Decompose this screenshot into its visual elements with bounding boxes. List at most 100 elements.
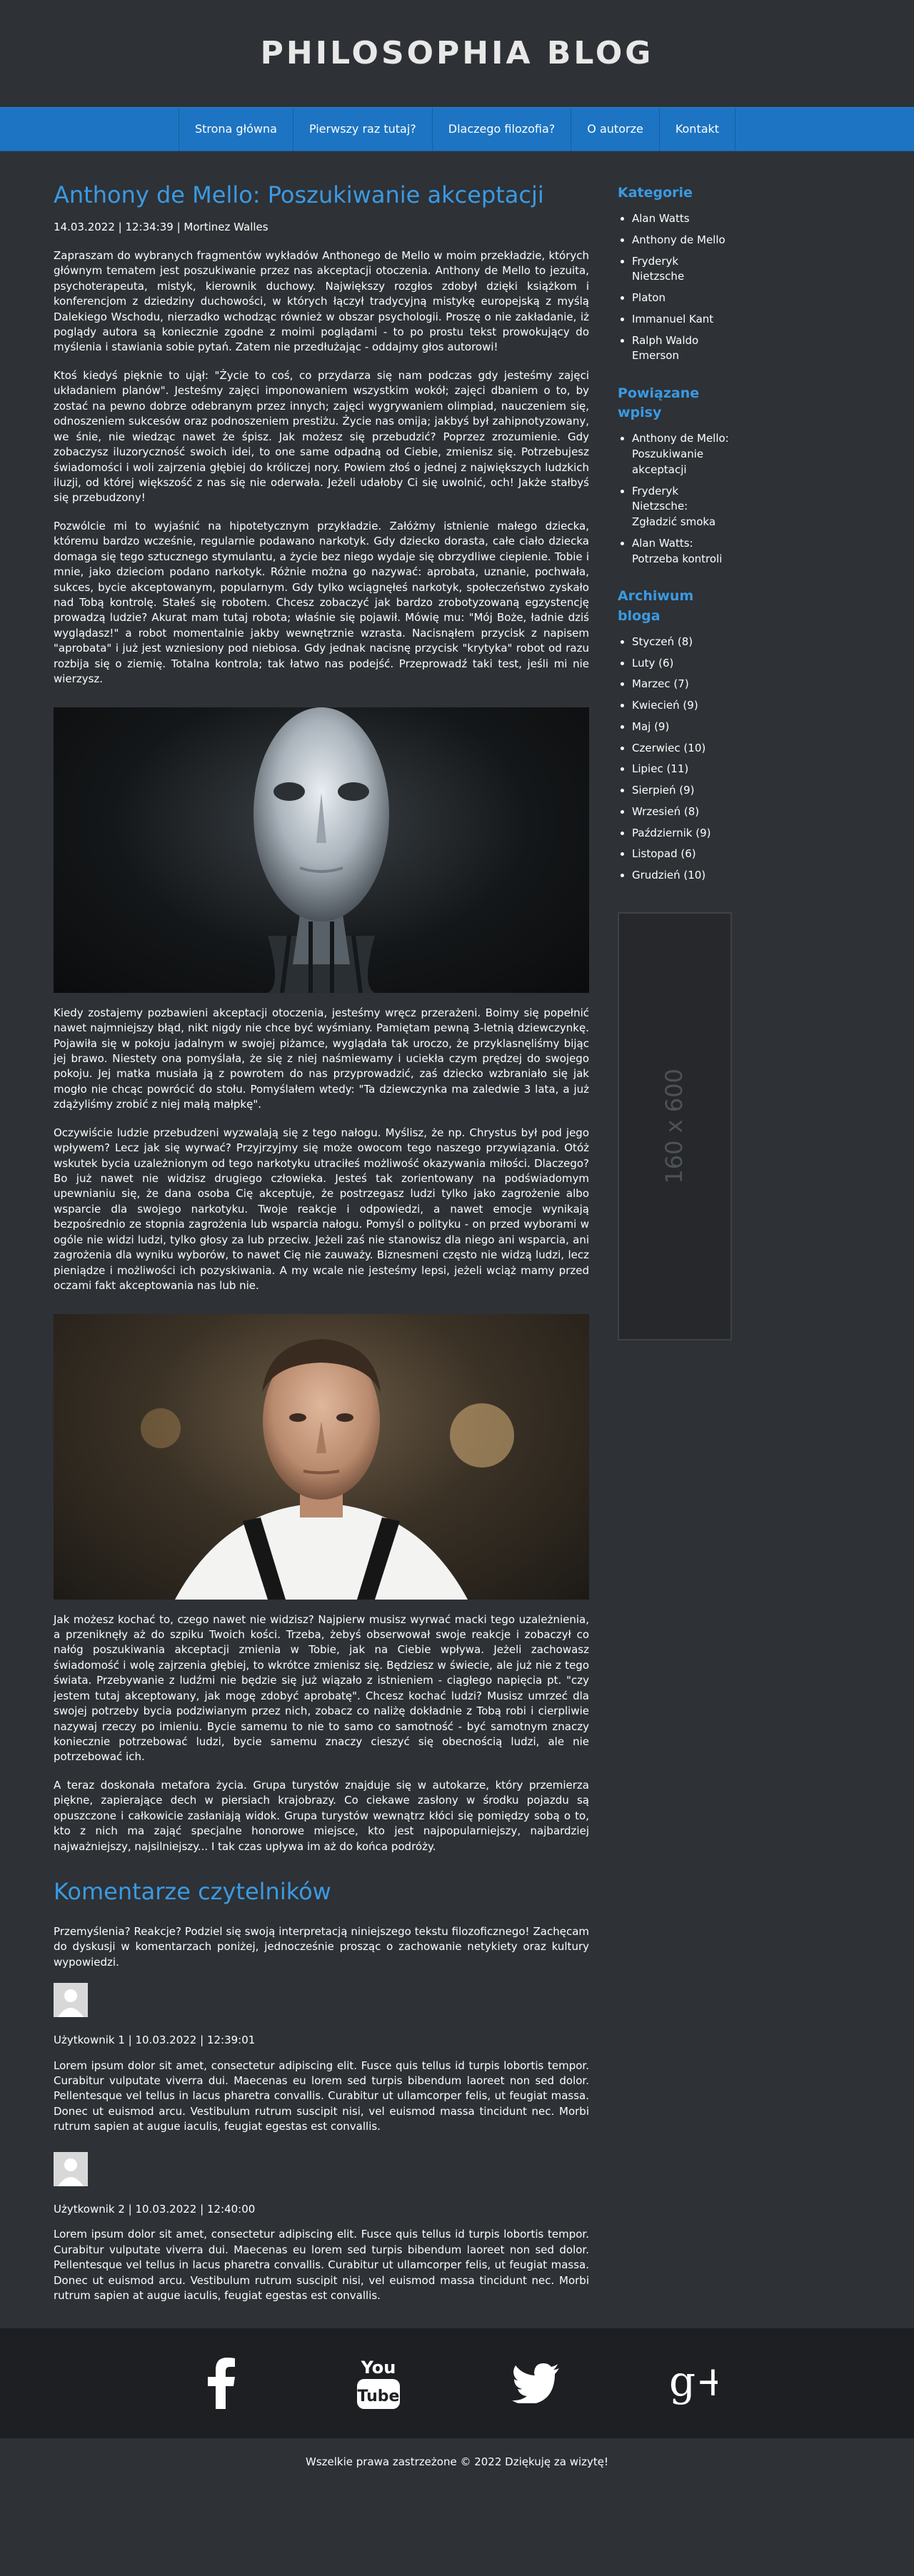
nav-link-home[interactable]: Strona główna — [179, 121, 293, 138]
archive-item: Maj (9) — [632, 719, 733, 735]
site-title[interactable]: PHILOSOPHIA BLOG — [261, 31, 654, 76]
avatar — [54, 1983, 88, 2018]
category-item: Immanuel Kant — [632, 312, 733, 328]
google-plus-text: g+ — [669, 2358, 718, 2405]
comments-section: Komentarze czytelników Przemyślenia? Rea… — [54, 1876, 589, 2303]
comment-text: Lorem ipsum dolor sit amet, consectetur … — [54, 2228, 589, 2302]
archive-item: Grudzień (10) — [632, 868, 733, 884]
category-link[interactable]: Ralph Waldo Emerson — [632, 334, 698, 363]
robot-image — [54, 707, 589, 993]
archive-item: Lipiec (11) — [632, 762, 733, 777]
category-item: Ralph Waldo Emerson — [632, 333, 733, 365]
category-item: Alan Watts — [632, 211, 733, 227]
category-item: Anthony de Mello — [632, 233, 733, 248]
category-link[interactable]: Fryderyk Nietzsche — [632, 255, 684, 283]
related-list: Anthony de Mello: Poszukiwanie akceptacj… — [618, 431, 733, 567]
avatar — [54, 2151, 88, 2186]
archive-link[interactable]: Kwiecień (9) — [632, 699, 698, 712]
post-paragraph: Zapraszam do wybranych fragmentów wykład… — [54, 248, 589, 354]
category-link[interactable]: Alan Watts — [632, 212, 690, 225]
archive-item: Czerwiec (10) — [632, 741, 733, 757]
portrait-image — [54, 1313, 589, 1600]
archive-link[interactable]: Styczeń (8) — [632, 635, 693, 648]
comment-text: Lorem ipsum dolor sit amet, consectetur … — [54, 2059, 589, 2133]
post-title[interactable]: Anthony de Mello: Poszukiwanie akceptacj… — [54, 181, 589, 208]
comments-title: Komentarze czytelników — [54, 1878, 331, 1906]
comment-meta: Użytkownik 1 | 10.03.2022 | 12:39:01 — [54, 2034, 256, 2047]
related-item: Fryderyk Nietzsche: Zgładzić smoka — [632, 484, 733, 530]
post-paragraph: Ktoś kiedyś pięknie to ujął: "Życie to c… — [54, 368, 589, 505]
nav-item-why-philosophy: Dlaczego filozofia? — [431, 108, 571, 151]
facebook-icon — [208, 2358, 235, 2410]
archive-link[interactable]: Marzec (7) — [632, 677, 689, 690]
category-item: Fryderyk Nietzsche — [632, 254, 733, 286]
archive-item: Listopad (6) — [632, 847, 733, 862]
archive-link[interactable]: Sierpień (9) — [632, 784, 695, 797]
categories-title: Kategorie — [618, 185, 693, 201]
archive-link[interactable]: Maj (9) — [632, 720, 669, 733]
archive-link[interactable]: Wrzesień (8) — [632, 805, 699, 818]
google-plus-icon: g+ — [669, 2358, 718, 2405]
related-link[interactable]: Fryderyk Nietzsche: Zgładzić smoka — [632, 485, 715, 529]
comment: Użytkownik 1 | 10.03.2022 | 12:39:01 Lor… — [54, 1983, 589, 2135]
twitter-link[interactable] — [507, 2355, 564, 2412]
nav-link-contact[interactable]: Kontakt — [660, 121, 735, 138]
copyright-text: Wszelkie prawa zastrzeżone © 2022 Dzięku… — [305, 2455, 609, 2468]
archive-item: Styczeń (8) — [632, 635, 733, 650]
nav-link-why-philosophy[interactable]: Dlaczego filozofia? — [433, 121, 571, 138]
post: Anthony de Mello: Poszukiwanie akceptacj… — [54, 181, 589, 1854]
youtube-text-top: You — [361, 2358, 396, 2378]
archive-item: Październik (9) — [632, 826, 733, 842]
related-item: Anthony de Mello: Poszukiwanie akceptacj… — [632, 431, 733, 478]
ad-label: 160 x 600 — [661, 1069, 688, 1184]
archive-item: Luty (6) — [632, 656, 733, 672]
archive-link[interactable]: Luty (6) — [632, 657, 673, 670]
archive-link[interactable]: Grudzień (10) — [632, 869, 705, 882]
category-item: Platon — [632, 291, 733, 306]
comment: Użytkownik 2 | 10.03.2022 | 12:40:00 Lor… — [54, 2151, 589, 2304]
post-meta: 14.03.2022 | 12:34:39 | Mortinez Walles — [54, 221, 268, 234]
page-wrap: Anthony de Mello: Poszukiwanie akceptacj… — [54, 151, 860, 2328]
comments-intro: Przemyślenia? Reakcje? Podziel się swoją… — [54, 1924, 589, 1969]
copyright-bar: Wszelkie prawa zastrzeżone © 2022 Dzięku… — [0, 2438, 914, 2486]
archive-item: Wrzesień (8) — [632, 804, 733, 820]
ad-banner[interactable]: 160 x 600 — [618, 911, 732, 1340]
google-plus-link[interactable]: g+ — [664, 2355, 721, 2412]
related-link[interactable]: Alan Watts: Potrzeba kontroli — [632, 537, 722, 565]
related-item: Alan Watts: Potrzeba kontroli — [632, 536, 733, 567]
site-header: PHILOSOPHIA BLOG — [0, 0, 914, 107]
main-content: Anthony de Mello: Poszukiwanie akceptacj… — [54, 180, 589, 2303]
main-nav: Strona główna Pierwszy raz tutaj? Dlacze… — [0, 107, 914, 151]
archive-link[interactable]: Listopad (6) — [632, 847, 696, 860]
archive-link[interactable]: Czerwiec (10) — [632, 742, 705, 754]
comment-meta: Użytkownik 2 | 10.03.2022 | 12:40:00 — [54, 2202, 256, 2216]
facebook-link[interactable] — [193, 2355, 250, 2412]
category-link[interactable]: Immanuel Kant — [632, 313, 713, 325]
nav-item-contact: Kontakt — [658, 108, 736, 151]
portrait-illustration — [141, 1338, 514, 1600]
archive-item: Sierpień (9) — [632, 783, 733, 799]
archive-link[interactable]: Lipiec (11) — [632, 762, 688, 775]
post-paragraph: A teraz doskonała metafora życia. Grupa … — [54, 1778, 589, 1853]
post-paragraph: Jak możesz kochać to, czego nawet nie wi… — [54, 1612, 589, 1764]
related-title: Powiązane wpisy — [618, 385, 700, 421]
archive-item: Marzec (7) — [632, 677, 733, 692]
twitter-icon — [512, 2363, 559, 2404]
sidebar: Kategorie Alan Watts Anthony de Mello Fr… — [618, 180, 733, 2303]
archive-list: Styczeń (8) Luty (6) Marzec (7) Kwiecień… — [618, 635, 733, 884]
nav-item-about: O autorze — [571, 108, 659, 151]
robot-illustration — [253, 707, 389, 993]
category-link[interactable]: Anthony de Mello — [632, 233, 725, 246]
post-paragraph: Kiedy zostajemy pozbawieni akceptacji ot… — [54, 1006, 589, 1111]
post-paragraph: Pozwólcie mi to wyjaśnić na hipotetyczny… — [54, 519, 589, 686]
archive-link[interactable]: Październik (9) — [632, 827, 711, 839]
nav-item-first-time: Pierwszy raz tutaj? — [292, 108, 432, 151]
categories-list: Alan Watts Anthony de Mello Fryderyk Nie… — [618, 211, 733, 364]
archive-title: Archiwum bloga — [618, 588, 694, 624]
related-link[interactable]: Anthony de Mello: Poszukiwanie akceptacj… — [632, 432, 729, 476]
nav-link-about[interactable]: O autorze — [571, 121, 659, 138]
nav-item-home: Strona główna — [178, 108, 293, 151]
nav-link-first-time[interactable]: Pierwszy raz tutaj? — [293, 121, 432, 138]
category-link[interactable]: Platon — [632, 291, 666, 304]
youtube-link[interactable]: You Tube — [350, 2355, 407, 2412]
